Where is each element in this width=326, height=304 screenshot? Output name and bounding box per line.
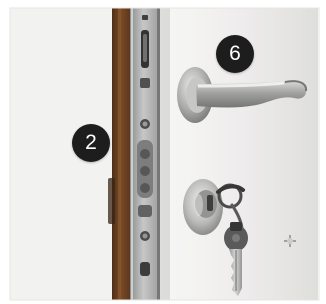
handle-callout-badge: 6 xyxy=(216,35,254,73)
door-lock-photo: 2 6 xyxy=(0,0,326,304)
door-panel-photo xyxy=(0,0,326,304)
frame-callout-badge: 2 xyxy=(72,124,110,162)
